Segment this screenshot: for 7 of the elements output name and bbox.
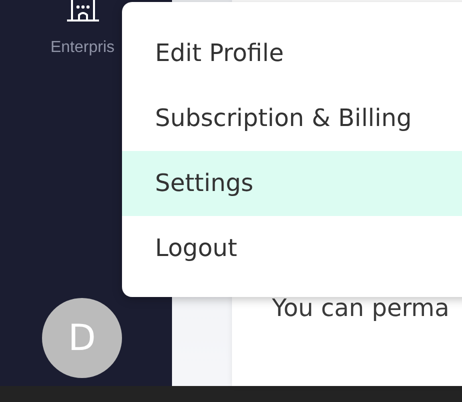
- menu-item[interactable]: Logout: [122, 216, 462, 281]
- nav-label[interactable]: Enterpris: [50, 39, 115, 57]
- menu-item[interactable]: Edit Profile: [122, 21, 462, 86]
- building-icon[interactable]: [64, 0, 100, 22]
- menu-item[interactable]: Settings: [122, 151, 462, 216]
- body-text: You can perma: [272, 294, 450, 322]
- menu-item[interactable]: Subscription & Billing: [122, 86, 462, 151]
